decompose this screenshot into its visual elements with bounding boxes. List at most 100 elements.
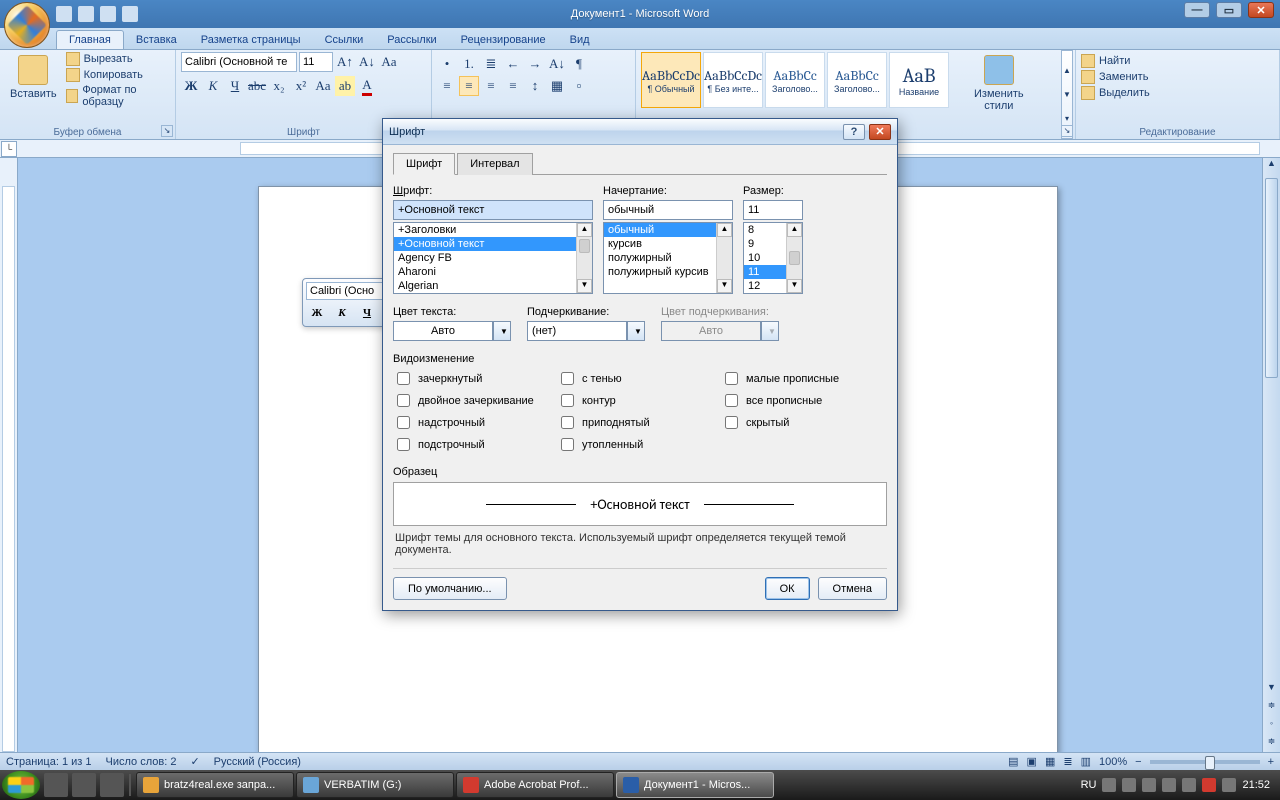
scrollbar-vertical[interactable]: ▲ ▼ ≑ ◦ ≑ [1262,158,1280,752]
dropdown-icon[interactable]: ▼ [493,321,511,341]
subscript-button[interactable]: x₂ [269,76,289,96]
increase-indent-button[interactable]: → [525,54,545,74]
font-size-combo[interactable] [299,52,333,72]
browse-next-icon[interactable]: ≑ [1263,736,1280,752]
chk-outline[interactable]: контур [557,391,717,410]
status-language[interactable]: Русский (Россия) [214,756,301,768]
chk-emboss[interactable]: приподнятый [557,413,717,432]
numbering-button[interactable]: 1. [459,54,479,74]
underline-combo[interactable] [527,321,627,341]
qat-save-icon[interactable] [56,6,72,22]
scroll-thumb[interactable] [1265,178,1278,378]
list-item[interactable]: полужирный [604,251,732,265]
scroll-thumb[interactable] [579,239,590,253]
list-item[interactable]: +Заголовки [394,223,592,237]
zoom-in-button[interactable]: + [1268,756,1274,768]
style-gallery[interactable]: AaBbCcDc¶ Обычный AaBbCcDc¶ Без инте... … [641,52,949,108]
status-page[interactable]: Страница: 1 из 1 [6,756,92,768]
multilevel-button[interactable]: ≣ [481,54,501,74]
show-hidden-button[interactable]: ¶ [569,54,589,74]
mini-bold-button[interactable]: Ж [306,303,328,323]
tray-clock[interactable]: 21:52 [1242,779,1270,791]
qat-custom-icon[interactable] [122,6,138,22]
default-button[interactable]: По умолчанию... [393,577,507,600]
cancel-button[interactable]: Отмена [818,577,887,600]
scroll-down-icon[interactable]: ▼ [717,279,732,293]
sort-button[interactable]: A↓ [547,54,567,74]
grow-font-icon[interactable]: A↑ [335,52,355,72]
underline-button[interactable]: Ч [225,76,245,96]
tab-review[interactable]: Рецензирование [449,31,558,49]
office-button[interactable] [4,2,50,48]
mini-underline-button[interactable]: Ч [356,303,378,323]
justify-button[interactable]: ≡ [503,76,523,96]
paste-button[interactable]: Вставить [5,52,62,103]
start-button[interactable] [2,771,40,799]
list-item[interactable]: обычный [604,223,732,237]
ruler-vertical[interactable] [0,158,18,752]
task-item[interactable]: Adobe Acrobat Prof... [456,772,614,798]
tray-update-icon[interactable] [1162,778,1176,792]
shrink-font-icon[interactable]: A↓ [357,52,377,72]
dialog-close-button[interactable]: ✕ [869,124,891,140]
font-color-button[interactable]: A [357,76,377,96]
replace-button[interactable]: Заменить [1081,70,1274,84]
font-style-input[interactable] [603,200,733,220]
zoom-out-button[interactable]: − [1135,756,1141,768]
chk-dstrike[interactable]: двойное зачеркивание [393,391,553,410]
tray-battery-icon[interactable] [1222,778,1236,792]
dialog-help-button[interactable]: ? [843,124,865,140]
browse-prev-icon[interactable]: ≑ [1263,700,1280,716]
style-normal[interactable]: AaBbCcDc¶ Обычный [641,52,701,108]
copy-button[interactable]: Копировать [66,68,170,82]
font-size-input[interactable] [743,200,803,220]
quicklaunch-explorer-icon[interactable] [72,773,96,797]
superscript-button[interactable]: x² [291,76,311,96]
list-item[interactable]: +Основной текст [394,237,592,251]
qat-redo-icon[interactable] [100,6,116,22]
list-item[interactable]: курсив [604,237,732,251]
window-close-button[interactable]: ✕ [1248,2,1274,18]
tab-mailings[interactable]: Рассылки [375,31,448,49]
view-outline-icon[interactable]: ≣ [1063,755,1072,768]
italic-button[interactable]: К [203,76,223,96]
style-nospacing[interactable]: AaBbCcDc¶ Без инте... [703,52,763,108]
clear-format-icon[interactable]: Aa [379,52,399,72]
cut-button[interactable]: Вырезать [66,52,170,66]
dialog-titlebar[interactable]: Шрифт ? ✕ [383,119,897,145]
styles-dialog-launcher[interactable]: ↘ [1061,125,1073,137]
tab-layout[interactable]: Разметка страницы [189,31,313,49]
scroll-up-icon[interactable]: ▲ [577,223,592,237]
tray-av-icon[interactable] [1142,778,1156,792]
tray-network-icon[interactable] [1122,778,1136,792]
status-words[interactable]: Число слов: 2 [106,756,177,768]
scroll-up-icon[interactable]: ▲ [787,223,802,237]
scroll-down-icon[interactable]: ▼ [787,279,802,293]
view-fullscreen-icon[interactable]: ▣ [1027,755,1037,768]
list-item[interactable]: полужирный курсив [604,265,732,279]
tray-avira-icon[interactable] [1202,778,1216,792]
tab-insert[interactable]: Вставка [124,31,189,49]
chk-engrave[interactable]: утопленный [557,435,717,454]
chk-sup[interactable]: надстрочный [393,413,553,432]
change-case-button[interactable]: Aa [313,76,333,96]
align-right-button[interactable]: ≡ [481,76,501,96]
zoom-slider[interactable] [1150,760,1260,764]
view-web-icon[interactable]: ▦ [1045,755,1055,768]
bullets-button[interactable]: • [437,54,457,74]
align-center-button[interactable]: ≡ [459,76,479,96]
dialog-tab-spacing[interactable]: Интервал [457,153,532,175]
find-button[interactable]: Найти [1081,54,1274,68]
scroll-up-icon[interactable]: ▲ [717,223,732,237]
task-item[interactable]: VERBATIM (G:) [296,772,454,798]
browse-object-icon[interactable]: ◦ [1263,718,1280,734]
chk-sub[interactable]: подстрочный [393,435,553,454]
view-draft-icon[interactable]: ▥ [1081,755,1091,768]
highlight-button[interactable]: ab [335,76,355,96]
quicklaunch-wmp-icon[interactable] [100,773,124,797]
change-styles-button[interactable]: Изменить стили [969,52,1029,115]
chk-hidden[interactable]: скрытый [721,413,881,432]
decrease-indent-button[interactable]: ← [503,54,523,74]
task-item[interactable]: bratz4real.exe запра... [136,772,294,798]
borders-button[interactable]: ▫ [569,76,589,96]
